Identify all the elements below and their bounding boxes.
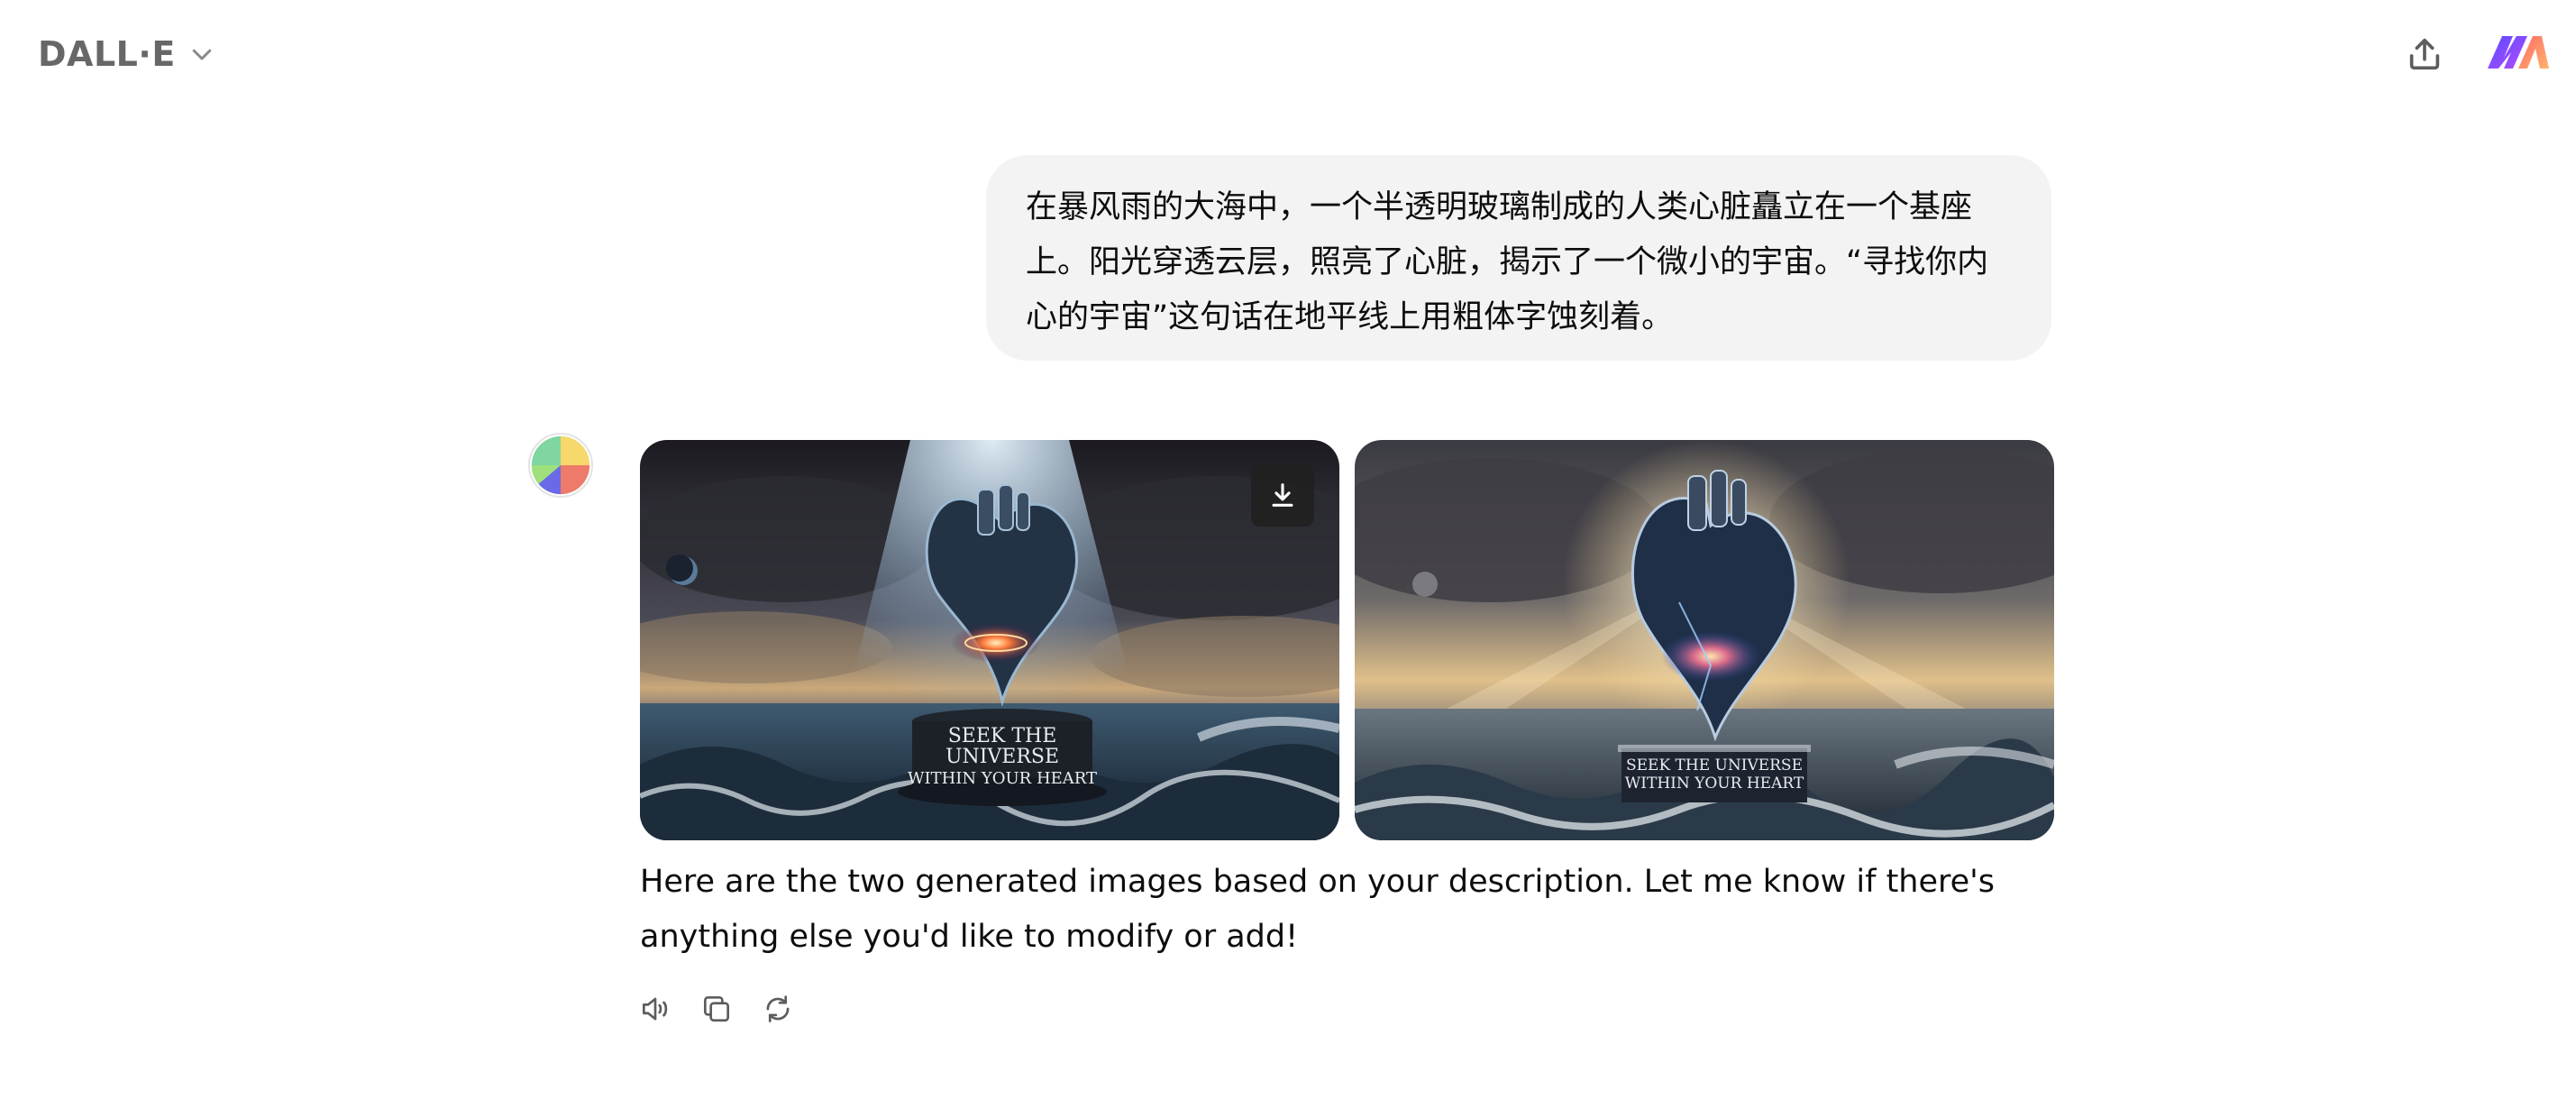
generated-image-2[interactable]: SEEK THE UNIVERSE WITHIN YOUR HEART	[1355, 440, 2054, 840]
user-message-text: 在暴风雨的大海中，一个半透明玻璃制成的人类心脏矗立在一个基座 上。阳光穿透云层，…	[1026, 189, 1989, 335]
user-avatar[interactable]	[2486, 25, 2551, 79]
pedestal-text-1-line-2: UNIVERSE	[945, 746, 1059, 768]
download-icon	[1272, 483, 1293, 507]
model-selector[interactable]: DALL·E	[38, 29, 215, 79]
user-avatar-logo	[2488, 36, 2549, 69]
user-message-bubble: 在暴风雨的大海中，一个半透明玻璃制成的人类心脏矗立在一个基座 上。阳光穿透云层，…	[986, 155, 2051, 361]
copy-icon	[703, 995, 730, 1022]
regenerate-icon	[766, 995, 790, 1022]
message-actions	[635, 988, 799, 1030]
copy-button[interactable]	[696, 988, 737, 1030]
regenerate-button[interactable]	[757, 988, 799, 1030]
share-button[interactable]	[2398, 27, 2452, 81]
model-label: DALL·E	[38, 34, 176, 74]
assistant-response-text: Here are the two generated images based …	[640, 864, 1996, 955]
share-upload-icon	[2409, 38, 2440, 70]
pedestal-text-1-line-1: SEEK THE	[948, 725, 1057, 747]
assistant-avatar	[528, 433, 593, 498]
read-aloud-button[interactable]	[635, 988, 676, 1030]
pedestal-text-2-line-1: SEEK THE UNIVERSE	[1626, 756, 1803, 774]
pedestal-text-1-line-3: WITHIN YOUR HEART	[908, 769, 1097, 788]
download-button[interactable]	[1251, 463, 1314, 527]
generated-image-1-art: SEEK THE UNIVERSE WITHIN YOUR HEART	[640, 440, 1339, 840]
chevron-down-icon	[192, 49, 212, 60]
generated-image-2-art: SEEK THE UNIVERSE WITHIN YOUR HEART	[1355, 440, 2054, 840]
read-aloud-icon	[642, 997, 668, 1021]
top-bar: DALL·E	[0, 0, 2576, 105]
pedestal-text-2-line-2: WITHIN YOUR HEART	[1625, 774, 1804, 793]
generated-image-1[interactable]: SEEK THE UNIVERSE WITHIN YOUR HEART	[640, 440, 1339, 840]
dalle-avatar-icon	[531, 435, 590, 495]
